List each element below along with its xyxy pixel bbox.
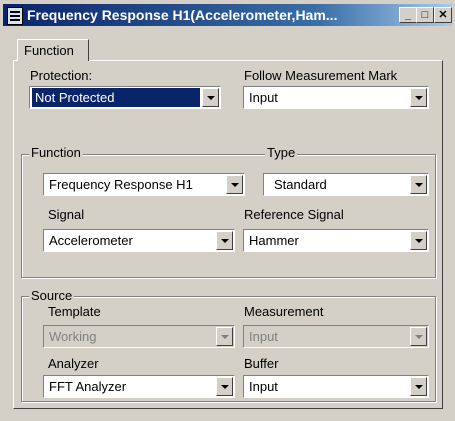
chevron-down-icon[interactable] [410,175,427,194]
minimize-button[interactable]: _ [399,7,417,23]
protection-dropdown[interactable]: Not Protected [29,86,221,109]
reference-signal-value: Hammer [249,233,299,248]
tab-function-label: Function [24,43,74,58]
chevron-down-icon[interactable] [216,327,233,346]
analyzer-value: FFT Analyzer [49,379,127,394]
chevron-down-icon[interactable] [410,377,427,396]
chevron-down-icon[interactable] [410,88,427,107]
analyzer-label: Analyzer [48,356,99,371]
follow-mark-dropdown[interactable]: Input [243,86,429,109]
type-group-title: Type [265,145,298,160]
reference-signal-label: Reference Signal [244,207,344,222]
measurement-value: Input [249,329,278,344]
title-bar[interactable]: Frequency Response H1(Accelerometer,Ham.… [3,4,452,26]
follow-mark-value: Input [249,90,278,105]
analyzer-dropdown[interactable]: FFT Analyzer [43,375,235,398]
maximize-button[interactable]: □ [416,7,434,23]
signal-label: Signal [48,207,85,222]
chevron-down-icon[interactable] [410,231,427,250]
reference-signal-dropdown[interactable]: Hammer [243,229,429,252]
tab-function[interactable]: Function [17,39,89,61]
type-dropdown[interactable]: Standard [263,173,429,196]
buffer-dropdown[interactable]: Input [243,375,429,398]
close-button[interactable]: ✕ [434,7,452,23]
chevron-down-icon[interactable] [216,377,233,396]
protection-label: Protection: [30,68,93,83]
function-dropdown[interactable]: Frequency Response H1 [43,173,245,196]
dialog-window: Frequency Response H1(Accelerometer,Ham.… [0,0,455,421]
measurement-dropdown[interactable]: Input [243,325,429,348]
buffer-value: Input [249,379,278,394]
type-value: Standard [274,177,327,192]
chevron-down-icon[interactable] [216,231,233,250]
function-group-title: Function [29,145,83,160]
window-icon [7,7,23,25]
chevron-down-icon[interactable] [202,88,219,107]
chevron-down-icon[interactable] [410,327,427,346]
template-value: Working [49,329,97,344]
window-title: Frequency Response H1(Accelerometer,Ham.… [27,7,338,23]
source-group-title: Source [29,288,75,303]
measurement-label: Measurement [244,304,324,319]
template-label: Template [48,304,101,319]
follow-mark-label: Follow Measurement Mark [244,68,398,83]
signal-dropdown[interactable]: Accelerometer [43,229,235,252]
buffer-label: Buffer [244,356,279,371]
function-value: Frequency Response H1 [49,177,193,192]
protection-value: Not Protected [32,88,200,107]
signal-value: Accelerometer [49,233,133,248]
template-dropdown[interactable]: Working [43,325,235,348]
chevron-down-icon[interactable] [226,175,243,194]
